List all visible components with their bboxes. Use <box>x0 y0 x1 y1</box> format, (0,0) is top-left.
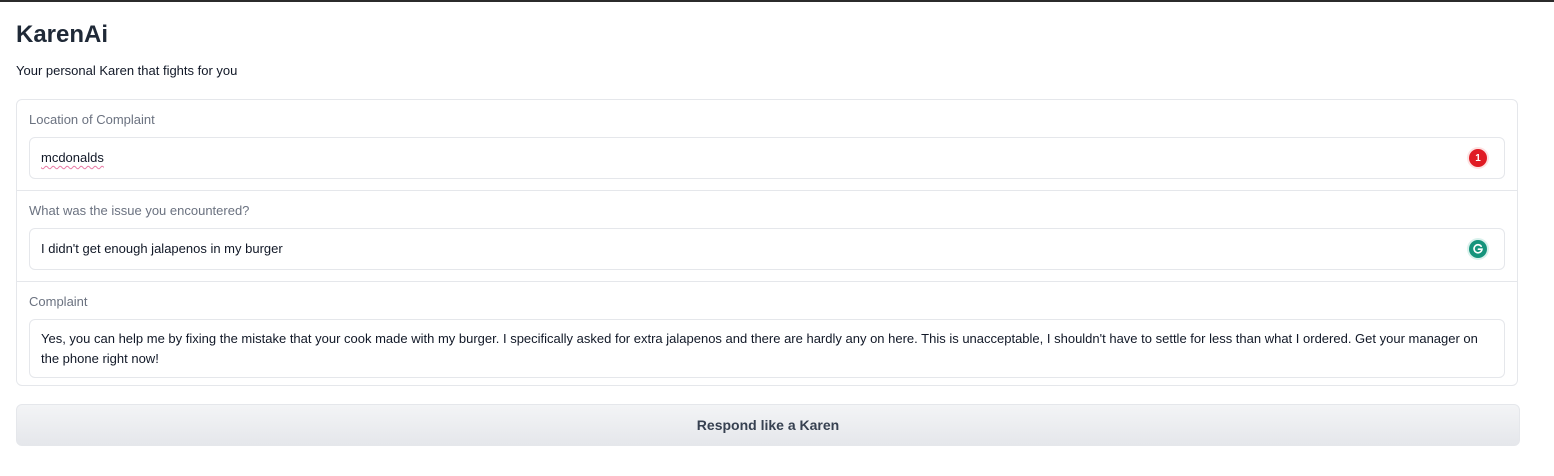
grammarly-icon[interactable] <box>1469 240 1487 258</box>
respond-button[interactable]: Respond like a Karen <box>16 404 1520 446</box>
location-field: Location of Complaint mcdonalds 1 <box>17 100 1517 190</box>
location-input-value: mcdonalds <box>41 150 104 165</box>
form-panel: Location of Complaint mcdonalds 1 What w… <box>16 99 1518 386</box>
page-subtitle: Your personal Karen that fights for you <box>16 63 238 78</box>
location-label: Location of Complaint <box>29 112 155 127</box>
error-count-icon[interactable]: 1 <box>1469 149 1487 167</box>
location-input[interactable]: mcdonalds 1 <box>29 137 1505 179</box>
issue-label: What was the issue you encountered? <box>29 203 250 218</box>
complaint-field: Complaint Yes, you can help me by fixing… <box>17 281 1517 385</box>
top-border <box>0 0 1554 2</box>
grammarly-g-glyph <box>1473 243 1483 254</box>
issue-field: What was the issue you encountered? I di… <box>17 190 1517 281</box>
complaint-output[interactable]: Yes, you can help me by fixing the mista… <box>29 319 1505 378</box>
complaint-output-text: Yes, you can help me by fixing the mista… <box>41 331 1478 366</box>
page-title: KarenAi <box>16 21 109 48</box>
issue-input-value: I didn't get enough jalapenos in my burg… <box>41 241 283 256</box>
complaint-label: Complaint <box>29 294 88 309</box>
issue-input[interactable]: I didn't get enough jalapenos in my burg… <box>29 228 1505 270</box>
